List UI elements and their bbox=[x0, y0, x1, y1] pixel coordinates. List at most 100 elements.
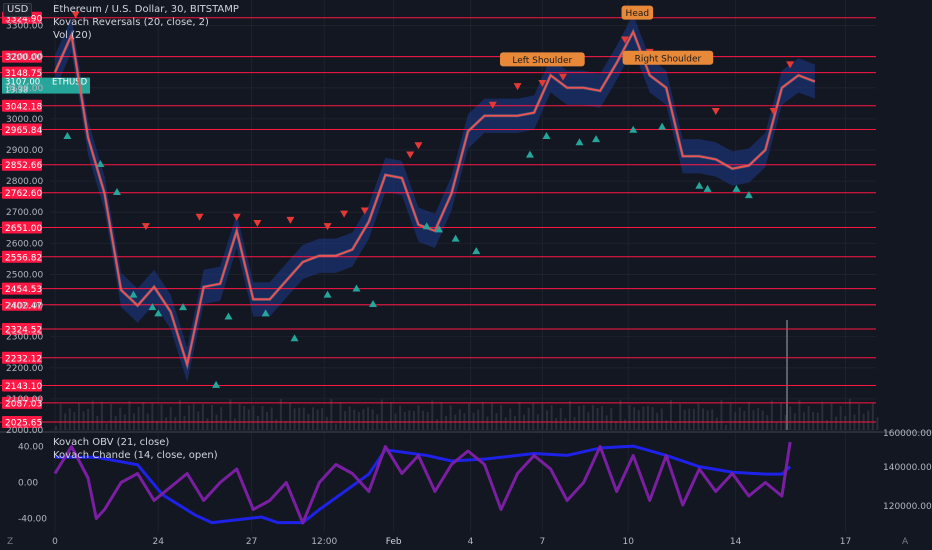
volume-bar bbox=[486, 416, 489, 430]
volume-bar bbox=[298, 407, 301, 430]
volume-bar bbox=[692, 408, 695, 430]
volume-bar bbox=[445, 415, 448, 430]
volume-bar bbox=[422, 410, 425, 430]
volume-bar bbox=[821, 401, 824, 430]
currency-badge[interactable]: USD bbox=[3, 3, 33, 17]
y-tick-label: 2600.00 bbox=[6, 239, 43, 249]
volume-bar bbox=[509, 408, 512, 430]
volume-bar bbox=[73, 412, 76, 430]
up-marker bbox=[658, 122, 667, 130]
up-marker bbox=[575, 138, 584, 146]
volume-bar bbox=[238, 403, 241, 430]
down-marker bbox=[141, 223, 150, 231]
volume-bar bbox=[472, 412, 475, 430]
volume-bar bbox=[624, 419, 627, 430]
volume-bar bbox=[426, 411, 429, 430]
volume-bar bbox=[362, 409, 365, 430]
volume-bar bbox=[555, 418, 558, 430]
volume-bar bbox=[587, 412, 590, 430]
right-axis-label: 140000.00 bbox=[883, 463, 932, 473]
y-tick-label: 3000.00 bbox=[6, 115, 43, 125]
volume-bar bbox=[513, 415, 516, 430]
x-tick-label: 17 bbox=[840, 537, 851, 547]
volume-bar bbox=[77, 402, 80, 430]
volume-bar bbox=[679, 403, 682, 430]
indicator-legend-reversals[interactable]: Kovach Reversals (20, close, 2) bbox=[53, 17, 209, 28]
zoom-reset-label[interactable]: Z bbox=[7, 537, 13, 547]
volume-bar bbox=[316, 409, 319, 430]
volume-bar bbox=[573, 416, 576, 430]
up-marker bbox=[451, 234, 460, 242]
volume-bar bbox=[256, 415, 259, 430]
volume-bar bbox=[559, 408, 562, 430]
volume-bar bbox=[761, 410, 764, 430]
volume-bar bbox=[192, 403, 195, 430]
volume-bar bbox=[729, 403, 732, 430]
auto-scale-label[interactable]: A bbox=[902, 537, 908, 547]
volume-bar bbox=[770, 400, 773, 430]
volume-bar bbox=[142, 402, 145, 430]
volume-bar bbox=[224, 419, 227, 430]
volume-bar bbox=[477, 409, 480, 430]
y-tick-label: 3300.00 bbox=[6, 22, 43, 32]
volume-bar bbox=[266, 412, 269, 430]
volume-bar bbox=[270, 407, 273, 430]
volume-bar bbox=[715, 417, 718, 430]
volume-bar bbox=[289, 402, 292, 430]
volume-bar bbox=[738, 407, 741, 430]
volume-bar bbox=[628, 404, 631, 430]
volume-bar bbox=[802, 412, 805, 430]
volume-bar bbox=[344, 410, 347, 430]
volume-bar bbox=[546, 410, 549, 430]
sub-y-tick-label: 40.00 bbox=[18, 443, 44, 453]
volume-bar bbox=[330, 399, 333, 430]
subpane-legend-chande[interactable]: Kovach Chande (14, close, open) bbox=[53, 450, 218, 461]
volume-bar bbox=[825, 419, 828, 430]
volume-bar bbox=[504, 417, 507, 430]
subpane-legend-obv[interactable]: Kovach OBV (21, close) bbox=[53, 437, 169, 448]
up-marker bbox=[695, 181, 704, 189]
level-label: 2762.60 bbox=[5, 189, 42, 199]
volume-bar bbox=[766, 415, 769, 430]
volume-bar bbox=[582, 405, 585, 430]
volume-bar bbox=[128, 401, 131, 430]
volume-bar bbox=[619, 400, 622, 430]
volume-bar bbox=[380, 399, 383, 430]
volume-bar bbox=[702, 408, 705, 430]
volume-bar bbox=[775, 422, 778, 430]
volume-bar bbox=[816, 412, 819, 430]
volume-bar bbox=[660, 408, 663, 430]
volume-bar bbox=[601, 405, 604, 430]
up-marker bbox=[290, 334, 299, 342]
volume-bar bbox=[605, 415, 608, 430]
volume-bar bbox=[757, 408, 760, 430]
volume-bar bbox=[247, 409, 250, 430]
up-marker bbox=[323, 290, 332, 298]
x-tick-label: 12:00 bbox=[311, 537, 337, 547]
chart-title: Ethereum / U.S. Dollar, 30, BITSTAMP bbox=[53, 4, 239, 15]
up-marker bbox=[179, 303, 188, 311]
y-tick-label: 2700.00 bbox=[6, 208, 43, 218]
x-tick-label: 24 bbox=[153, 537, 165, 547]
volume-bar bbox=[798, 400, 801, 430]
indicator-legend-volume[interactable]: Vol (20) bbox=[53, 30, 92, 41]
volume-bar bbox=[646, 405, 649, 430]
chart-canvas[interactable]: 3324.903200.003148.753042.182965.842852.… bbox=[0, 0, 932, 550]
annotation-label: Head bbox=[626, 9, 650, 19]
volume-bar bbox=[481, 401, 484, 430]
right-axis-label: 160000.00 bbox=[883, 429, 932, 439]
annotation-label: Right Shoulder bbox=[635, 54, 702, 64]
volume-bar bbox=[724, 424, 727, 430]
volume-bar bbox=[752, 410, 755, 430]
y-tick-label: 2000.00 bbox=[6, 426, 43, 436]
x-tick-label: 14 bbox=[730, 537, 742, 547]
volume-bar bbox=[435, 419, 438, 430]
volume-bar bbox=[812, 411, 815, 430]
x-tick-label: 10 bbox=[623, 537, 635, 547]
volume-bar bbox=[876, 417, 879, 430]
volume-bar bbox=[518, 402, 521, 430]
down-marker bbox=[253, 220, 262, 227]
volume-bar bbox=[550, 405, 553, 430]
volume-bar bbox=[669, 400, 672, 430]
volume-bar bbox=[261, 405, 264, 430]
